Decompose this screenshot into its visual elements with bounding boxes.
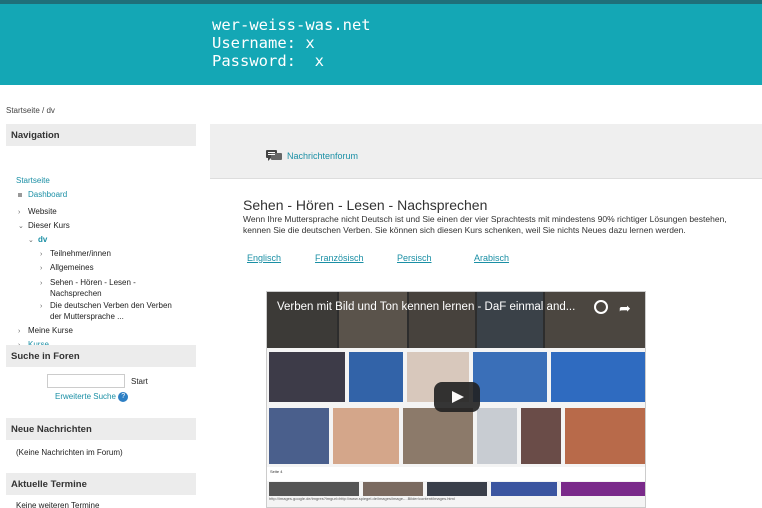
nav-this-course-label: Dieser Kurs: [28, 221, 70, 230]
course-title: Sehen - Hören - Lesen - Nachsprechen: [243, 197, 488, 213]
image-thumbnail: [363, 482, 423, 496]
lang-link-arabic[interactable]: Arabisch: [474, 253, 509, 263]
advanced-search-link[interactable]: Erweiterte Suche ?: [55, 392, 129, 402]
nav-my-courses-label: Meine Kurse: [28, 326, 73, 335]
nav-website[interactable]: › Website: [18, 207, 57, 218]
image-thumbnail: [403, 408, 473, 464]
lang-link-english[interactable]: Englisch: [247, 253, 281, 263]
chevron-right-icon: ›: [40, 280, 43, 287]
site-header: wer-weiss-was.net Username: x Password: …: [0, 0, 762, 85]
nav-section-2-line2: der Muttersprache ...: [50, 312, 124, 321]
nav-dv[interactable]: ⌄ dv: [28, 235, 47, 246]
chevron-right-icon: ›: [18, 209, 21, 216]
chevron-right-icon: ›: [40, 303, 43, 310]
news-title: Neue Nachrichten: [6, 418, 196, 440]
nav-section-1-line2: Nachsprechen: [50, 289, 102, 298]
navigation-tree: Startseite Dashboard › Website ⌄ Dieser Ku…: [6, 146, 196, 351]
nav-general[interactable]: › Allgemeines: [40, 263, 94, 274]
chevron-down-icon: ⌄: [28, 237, 34, 244]
play-icon[interactable]: [434, 382, 480, 412]
chevron-right-icon: ›: [40, 251, 43, 258]
image-thumbnail: [269, 482, 359, 496]
image-thumbnail: [427, 482, 487, 496]
events-block: Aktuelle Termine Keine weiteren Termine: [6, 473, 196, 508]
news-block: Neue Nachrichten (Keine Nachrichten im F…: [6, 418, 196, 465]
image-thumbnail: [349, 352, 403, 402]
image-thumbnail: [491, 482, 557, 496]
image-thumbnail: [561, 482, 645, 496]
lang-link-persian[interactable]: Persisch: [397, 253, 432, 263]
password-line: Password: x: [212, 52, 324, 70]
image-strip: Seite 4: [267, 467, 645, 481]
nav-dashboard-label: Dashboard: [28, 190, 68, 199]
nav-general-label: Allgemeines: [50, 263, 94, 272]
nav-section-2-line1: Die deutschen Verben den Verben: [50, 301, 172, 310]
forum-search-title: Suche in Foren: [6, 345, 196, 367]
chevron-down-icon: ⌄: [18, 223, 24, 230]
image-thumbnail: [565, 408, 645, 464]
site-name: wer-weiss-was.net: [212, 16, 371, 34]
image-thumbnail: [269, 408, 329, 464]
share-icon[interactable]: ➦: [619, 300, 631, 317]
nav-my-courses[interactable]: › Meine Kurse: [18, 326, 73, 337]
image-thumbnail: [521, 408, 561, 464]
forum-link[interactable]: Nachrichtenforum: [266, 150, 358, 162]
forum-panel: Nachrichtenforum: [210, 124, 762, 179]
forum-icon: [266, 150, 282, 161]
watch-later-icon[interactable]: [594, 300, 608, 314]
breadcrumb[interactable]: Startseite / dv: [6, 106, 55, 115]
forum-link-label: Nachrichtenforum: [287, 151, 359, 161]
header-text: wer-weiss-was.net Username: x Password: …: [212, 16, 371, 70]
image-thumbnail: [473, 352, 547, 402]
news-empty: (Keine Nachrichten im Forum): [16, 448, 123, 457]
navigation-title: Navigation: [6, 124, 196, 146]
events-title: Aktuelle Termine: [6, 473, 196, 495]
help-icon[interactable]: ?: [118, 392, 129, 402]
image-thumbnail: [333, 408, 399, 464]
nav-section-2[interactable]: › Die deutschen Verben den Verben der Mut…: [40, 301, 172, 322]
nav-dv-label: dv: [38, 235, 48, 244]
nav-participants-label: Teilnehmer/innen: [50, 249, 111, 258]
nav-section-1-line1: Sehen - Hören - Lesen -: [50, 278, 136, 287]
image-thumbnail: [477, 408, 517, 464]
nav-this-course[interactable]: ⌄ Dieser Kurs: [18, 221, 70, 232]
video-caption: http://images.google.de/imgres?imgurl=ht…: [269, 496, 455, 501]
video-title[interactable]: Verben mit Bild und Ton kennen lernen - …: [277, 301, 575, 313]
chevron-right-icon: ›: [40, 265, 43, 272]
video-top-bar: Verben mit Bild und Ton kennen lernen - …: [267, 292, 645, 348]
lang-link-french[interactable]: Französisch: [315, 253, 364, 263]
bullet-icon: [18, 192, 22, 197]
nav-dashboard[interactable]: Dashboard: [18, 190, 67, 200]
forum-search-input[interactable]: [47, 374, 125, 388]
nav-home[interactable]: Startseite: [16, 176, 50, 186]
video-embed[interactable]: Verben mit Bild und Ton kennen lernen - …: [266, 291, 646, 508]
nav-website-label: Website: [28, 207, 57, 216]
navigation-block: Navigation Startseite Dashboard › Website…: [6, 124, 196, 351]
nav-section-1[interactable]: › Sehen - Hören - Lesen - Nachsprechen: [40, 278, 136, 299]
chevron-right-icon: ›: [18, 328, 21, 335]
strip-label: Seite 4: [270, 469, 283, 474]
image-thumbnail: [551, 352, 645, 402]
events-empty: Keine weiteren Termine: [16, 501, 100, 508]
advanced-search-label: Erweiterte Suche: [55, 392, 116, 402]
username-line: Username: x: [212, 34, 315, 52]
image-thumbnail: [269, 352, 345, 402]
course-description: Wenn Ihre Muttersprache nicht Deutsch is…: [243, 214, 727, 235]
forum-search-button[interactable]: Start: [131, 377, 148, 386]
nav-participants[interactable]: › Teilnehmer/innen: [40, 249, 111, 260]
forum-search-block: Suche in Foren: [6, 345, 196, 367]
